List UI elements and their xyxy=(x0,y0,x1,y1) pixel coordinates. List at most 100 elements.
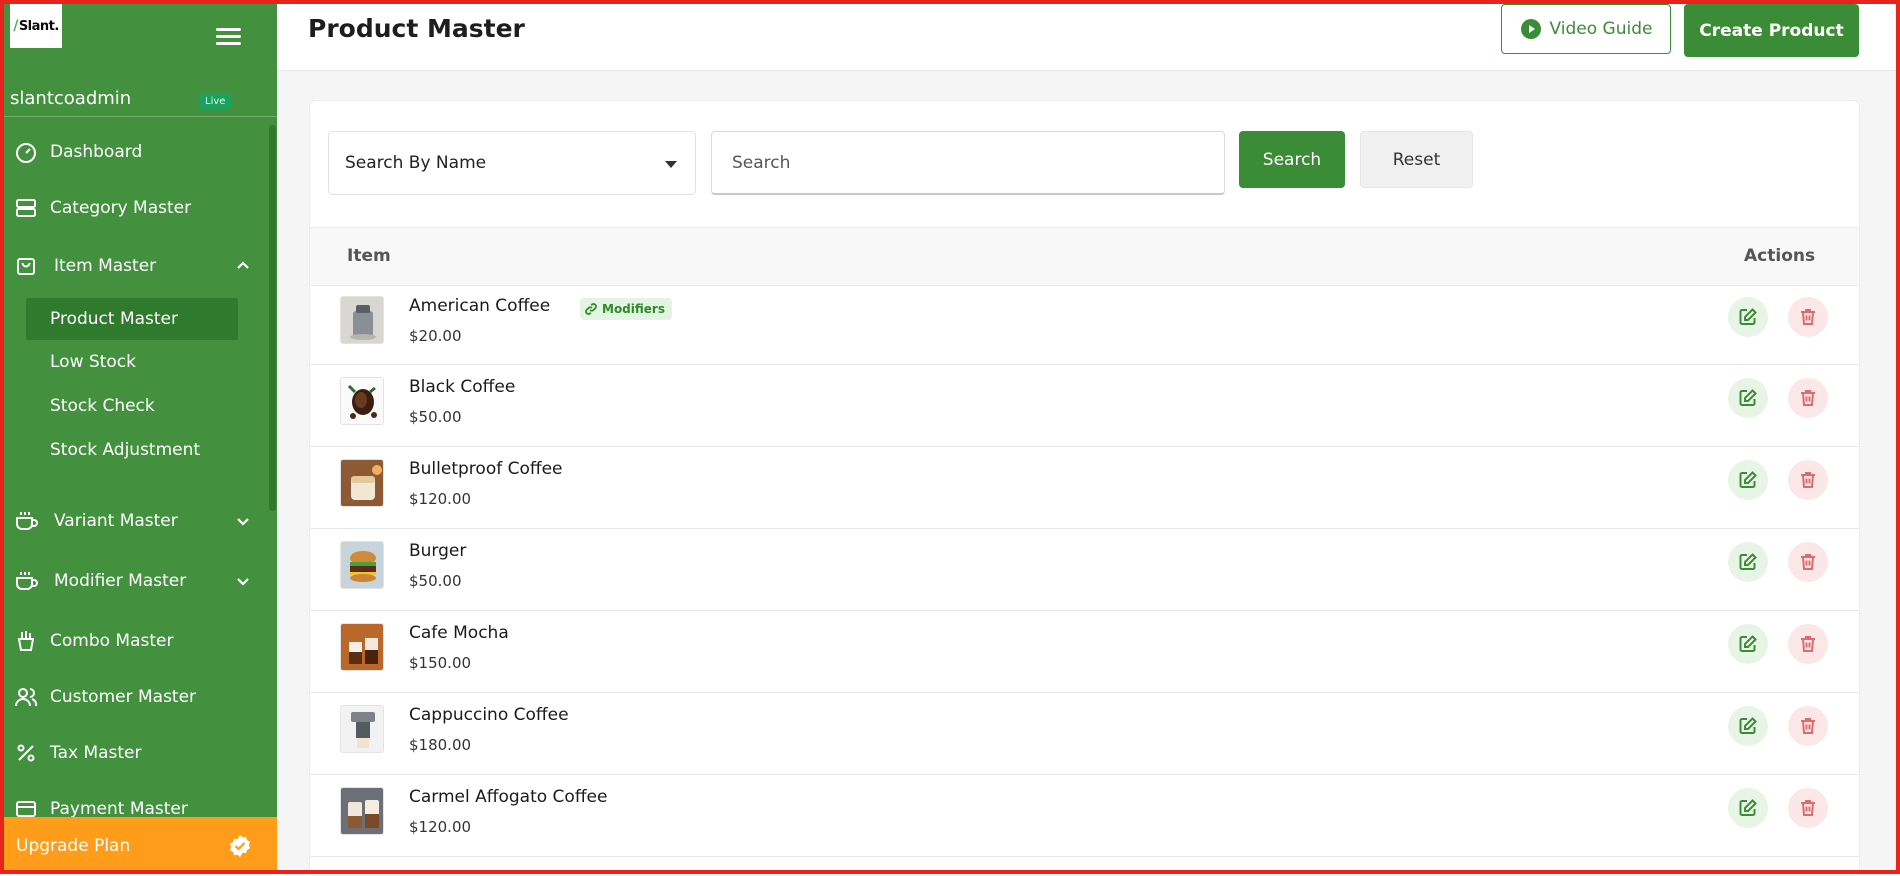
percent-icon xyxy=(17,744,35,762)
product-price: $50.00 xyxy=(409,408,462,426)
product-name: Carmel Affogato Coffee xyxy=(409,787,608,807)
edit-button[interactable] xyxy=(1728,460,1768,500)
verified-badge-icon xyxy=(230,834,250,857)
modifiers-badge[interactable]: Modifiers xyxy=(580,298,672,320)
create-product-button[interactable]: Create Product xyxy=(1684,4,1859,57)
trash-icon xyxy=(1801,390,1815,406)
product-name: American Coffee xyxy=(409,296,551,316)
product-price: $120.00 xyxy=(409,818,472,836)
edit-button[interactable] xyxy=(1728,378,1768,418)
sidebar-subitem-stock-check[interactable]: Stock Check xyxy=(26,385,238,427)
sidebar-item-category-master[interactable]: Category Master xyxy=(0,187,268,229)
top-header: Product Master Video Guide Create Produc… xyxy=(277,0,1900,71)
chevron-up-icon xyxy=(237,261,249,269)
trash-icon xyxy=(1801,472,1815,488)
gauge-icon xyxy=(16,143,36,163)
delete-button[interactable] xyxy=(1788,706,1828,746)
video-guide-button[interactable]: Video Guide xyxy=(1501,4,1671,54)
delete-button[interactable] xyxy=(1788,460,1828,500)
trash-icon xyxy=(1801,636,1815,652)
brand-logo[interactable]: / Slant. xyxy=(10,4,62,48)
delete-button[interactable] xyxy=(1788,788,1828,828)
reset-button[interactable]: Reset xyxy=(1360,131,1473,188)
sidebar-subitem-low-stock[interactable]: Low Stock xyxy=(26,341,238,383)
product-price: $50.00 xyxy=(409,572,462,590)
column-header-actions: Actions xyxy=(1744,246,1816,266)
product-price: $180.00 xyxy=(409,736,472,754)
chevron-down-icon xyxy=(237,518,249,526)
hamburger-menu-icon[interactable] xyxy=(216,28,241,48)
product-thumbnail xyxy=(340,541,384,589)
product-list-card: Search By Name Search Reset Item Actions… xyxy=(309,100,1860,876)
modifiers-badge-label: Modifiers xyxy=(602,302,665,316)
table-row: Cafe Mocha $150.00 xyxy=(310,611,1859,693)
sidebar-subitem-stock-adjustment[interactable]: Stock Adjustment xyxy=(26,429,238,471)
edit-button[interactable] xyxy=(1728,706,1768,746)
brand-logo-text: Slant. xyxy=(18,18,60,34)
video-guide-label: Video Guide xyxy=(1549,19,1653,39)
product-thumbnail xyxy=(340,623,384,671)
edit-icon xyxy=(1739,389,1757,406)
product-name: Bulletproof Coffee xyxy=(409,459,563,479)
product-name: Cafe Mocha xyxy=(409,623,509,643)
cup-icon xyxy=(16,512,38,530)
sidebar-subitem-product-master[interactable]: Product Master xyxy=(26,298,238,340)
sidebar-item-combo-master[interactable]: Combo Master xyxy=(0,620,268,662)
table-row: Cappuccino Coffee $180.00 xyxy=(310,693,1859,775)
fries-icon xyxy=(17,631,35,651)
sidebar-item-label: Combo Master xyxy=(50,631,174,651)
sidebar-item-label: Customer Master xyxy=(50,687,197,707)
edit-icon xyxy=(1739,471,1757,488)
bag-icon xyxy=(17,258,35,275)
edit-button[interactable] xyxy=(1728,788,1768,828)
chevron-down-icon xyxy=(237,578,249,586)
search-by-value: Search By Name xyxy=(345,153,487,173)
sidebar-item-modifier-master[interactable]: Modifier Master xyxy=(0,560,268,602)
product-price: $120.00 xyxy=(409,490,472,508)
column-header-item: Item xyxy=(347,246,391,266)
username: slantcoadmin xyxy=(10,88,132,109)
sidebar-item-variant-master[interactable]: Variant Master xyxy=(0,500,268,542)
users-icon xyxy=(15,688,38,707)
sidebar-item-label: Payment Master xyxy=(50,799,188,819)
edit-button[interactable] xyxy=(1728,542,1768,582)
edit-button[interactable] xyxy=(1728,297,1768,337)
env-badge: Live xyxy=(199,94,232,109)
product-thumbnail xyxy=(340,787,384,835)
table-row: Bulletproof Coffee $120.00 xyxy=(310,447,1859,529)
product-name: Burger xyxy=(409,541,467,561)
sidebar-item-dashboard[interactable]: Dashboard xyxy=(0,131,268,173)
edit-icon xyxy=(1739,635,1757,652)
product-name: Cappuccino Coffee xyxy=(409,705,569,725)
delete-button[interactable] xyxy=(1788,378,1828,418)
search-button[interactable]: Search xyxy=(1239,131,1345,188)
product-price: $150.00 xyxy=(409,654,472,672)
sidebar-item-item-master[interactable]: Item Master xyxy=(0,245,268,287)
edit-button[interactable] xyxy=(1728,624,1768,664)
sidebar-scrollbar[interactable] xyxy=(269,125,276,511)
edit-icon xyxy=(1739,717,1757,734)
table-row: American Coffee $20.00 Modifiers xyxy=(310,284,1859,365)
upgrade-plan-label: Upgrade Plan xyxy=(16,835,131,856)
trash-icon xyxy=(1801,718,1815,734)
product-thumbnail xyxy=(340,459,384,507)
delete-button[interactable] xyxy=(1788,297,1828,337)
edit-icon xyxy=(1739,799,1757,816)
product-thumbnail xyxy=(340,296,384,344)
delete-button[interactable] xyxy=(1788,542,1828,582)
sidebar-item-label: Variant Master xyxy=(54,511,178,531)
delete-button[interactable] xyxy=(1788,624,1828,664)
sidebar-item-tax-master[interactable]: Tax Master xyxy=(0,732,268,774)
server-icon xyxy=(16,199,36,217)
upgrade-plan-button[interactable]: Upgrade Plan xyxy=(0,817,277,874)
edit-icon xyxy=(1739,553,1757,570)
sidebar-item-customer-master[interactable]: Customer Master xyxy=(0,676,268,718)
product-thumbnail xyxy=(340,705,384,753)
caret-down-icon xyxy=(665,161,677,168)
sidebar-item-label: Dashboard xyxy=(50,142,143,162)
search-by-select[interactable]: Search By Name xyxy=(328,131,696,195)
page-title: Product Master xyxy=(308,14,525,43)
divider xyxy=(0,116,277,117)
product-table-body: American Coffee $20.00 Modifiers Black Coff… xyxy=(310,284,1859,857)
search-input[interactable] xyxy=(711,131,1225,195)
